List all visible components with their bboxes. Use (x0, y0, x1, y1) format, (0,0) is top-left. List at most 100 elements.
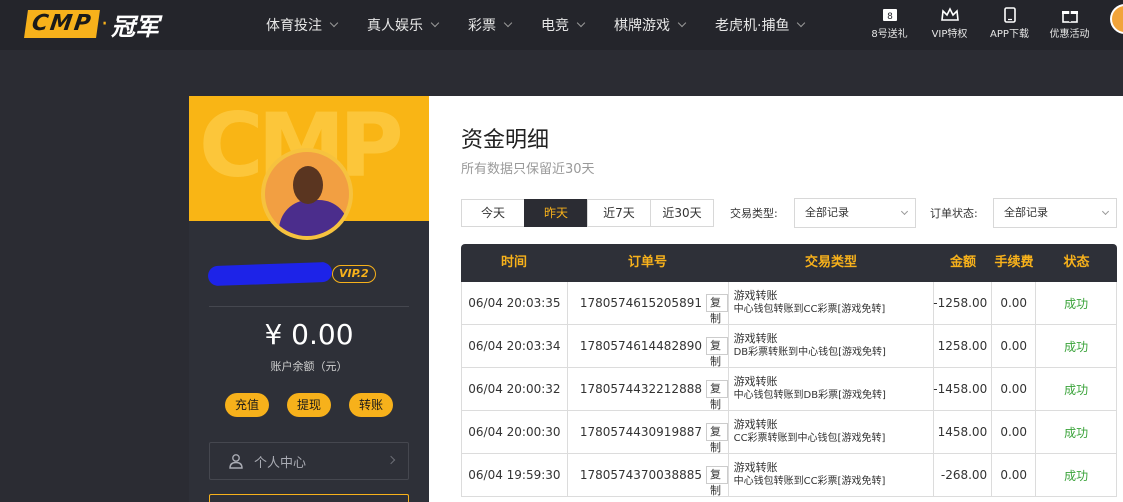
table-row: 06/04 20:00:32 1780574432212888 复制 游戏转账 中心… (461, 368, 1117, 411)
tab-yesterday[interactable]: 昨天 (524, 199, 588, 227)
transaction-type: 游戏转账 (733, 418, 778, 431)
transaction-desc: 中心钱包转账到CC彩票[游戏免转] (733, 476, 886, 487)
divider (209, 306, 409, 307)
personal-center-menu-item[interactable]: 个人中心 (209, 442, 409, 480)
active-menu-item[interactable] (209, 494, 409, 502)
chevron-down-icon (677, 18, 687, 28)
order-status-select[interactable]: 全部记录 (993, 198, 1117, 228)
chevron-down-icon (576, 18, 586, 28)
nav-item-card-games[interactable]: 棋牌游戏 (614, 15, 687, 35)
order-number: 1780574432212888 (579, 382, 702, 396)
transaction-type: 游戏转账 (733, 289, 778, 302)
cell-time: 06/04 20:03:35 (462, 282, 568, 324)
copy-button[interactable]: 复制 (705, 337, 728, 368)
phone-icon (1003, 7, 1016, 23)
cell-type: 游戏转账 DB彩票转账到中心钱包[游戏免转] (729, 325, 935, 367)
cell-time: 06/04 20:00:32 (462, 368, 568, 410)
deposit-button[interactable]: 充值 (224, 393, 269, 417)
logo-text: CMP (24, 10, 101, 38)
transactions-table: 时间 订单号 交易类型 金额 手续费 状态 06/04 20:03:35 178… (461, 244, 1118, 497)
avatar-head (293, 166, 323, 204)
app-download-button[interactable]: APP下载 (980, 5, 1039, 40)
svg-text:8: 8 (887, 12, 893, 22)
nav-item-live-casino[interactable]: 真人娱乐 (367, 15, 440, 35)
page-subtitle: 所有数据只保留近30天 (461, 162, 595, 177)
nav-label: 体育投注 (266, 18, 322, 34)
cell-status: 成功 (1036, 282, 1117, 324)
chevron-down-icon (797, 18, 806, 28)
cell-order: 1780574370038885 复制 (568, 454, 729, 497)
nav-label: 真人娱乐 (367, 18, 423, 34)
nav-label: 电竞 (541, 18, 569, 34)
cell-type: 游戏转账中心钱包转账到CC彩票[游戏免转] (729, 454, 935, 496)
user-icon (229, 454, 243, 469)
transaction-desc: 中心钱包转账到CC彩票[游戏免转] (733, 304, 886, 315)
profile-avatar[interactable] (261, 148, 353, 240)
table-row: 06/04 20:03:34 1780574614482890 复制 游戏转账 DB… (461, 325, 1118, 368)
cell-amount: -1458.00 (933, 368, 993, 410)
cell-amount: 1458.00 (934, 411, 993, 453)
chevron-down-icon (329, 18, 339, 28)
nav-item-slots-fishing[interactable]: 老虎机·捕鱼 (715, 15, 806, 35)
profile-panel: CMP VIP.2 ¥ 0.00 账户余额（元） 充值 提现 转账 个人中心 (189, 96, 429, 502)
chevron-down-icon (900, 207, 909, 216)
username-redacted (207, 261, 333, 287)
menu-label: 个人中心 (254, 455, 307, 471)
nav-item-esports[interactable]: 电竞 (541, 15, 586, 35)
brand-logo[interactable]: CMP · 冠军 (24, 9, 159, 41)
cell-time: 06/04 19:59:30 (462, 454, 568, 496)
copy-button[interactable]: 复制 (705, 294, 728, 325)
cell-fee: 0.00 (992, 282, 1037, 324)
top-action-label: APP下载 (990, 29, 1029, 40)
column-header-amount: 金额 (949, 255, 976, 270)
top-action-label: 优惠活动 (1049, 29, 1090, 40)
gift-8th-button[interactable]: 8 8号送礼 (860, 5, 919, 40)
copy-button[interactable]: 复制 (705, 466, 728, 497)
top-action-label: 8号送礼 (871, 29, 908, 40)
withdraw-button[interactable]: 提现 (286, 393, 331, 417)
user-avatar[interactable] (1110, 4, 1123, 34)
nav-item-lottery[interactable]: 彩票 (468, 15, 513, 35)
table-row: 06/04 19:59:30 1780574370038885 复制 游戏转账中心… (461, 454, 1118, 497)
vip-privilege-button[interactable]: VIP特权 (920, 5, 979, 40)
order-number: 1780574430919887 (579, 425, 702, 439)
order-number: 1780574370038885 (579, 468, 702, 482)
chevron-down-icon (503, 18, 513, 28)
main-nav: 体育投注 真人娱乐 彩票 电竞 棋牌游戏 老虎机·捕鱼 (266, 0, 834, 50)
transfer-button[interactable]: 转账 (349, 393, 394, 417)
tab-30days[interactable]: 近30天 (650, 199, 714, 227)
order-number: 1780574614482890 (579, 339, 702, 353)
tab-today[interactable]: 今天 (461, 199, 525, 227)
nav-item-sports[interactable]: 体育投注 (266, 15, 339, 35)
transaction-desc: CC彩票转账到中心钱包[游戏免转] (733, 433, 886, 444)
promotions-button[interactable]: 优惠活动 (1040, 5, 1099, 40)
chevron-right-icon (386, 455, 396, 465)
top-action-label: VIP特权 (931, 29, 968, 40)
main-content: 资金明细 所有数据只保留近30天 今天 昨天 近7天 近30天 交易类型: 全部… (429, 96, 1123, 502)
cell-order: 1780574614482890 复制 (568, 325, 729, 368)
select-value: 全部记录 (1004, 206, 1048, 219)
copy-button[interactable]: 复制 (705, 380, 728, 411)
nav-label: 老虎机·捕鱼 (715, 18, 790, 34)
transaction-type-select[interactable]: 全部记录 (794, 198, 916, 228)
cell-status: 成功 (1036, 411, 1118, 453)
cell-fee: 0.00 (992, 454, 1037, 496)
cell-order: 1780574430919887 复制 (568, 411, 729, 454)
vip-badge[interactable]: VIP.2 (332, 265, 376, 283)
avatar-shirt (279, 200, 349, 236)
cell-time: 06/04 20:00:30 (462, 411, 568, 453)
copy-button[interactable]: 复制 (705, 423, 728, 454)
cell-status: 成功 (1036, 368, 1117, 410)
cell-amount: -268.00 (934, 454, 993, 496)
cell-fee: 0.00 (992, 411, 1037, 453)
cell-type: 游戏转账 中心钱包转账到DB彩票[游戏免转] (729, 368, 935, 410)
tab-7days[interactable]: 近7天 (587, 199, 651, 227)
cell-type: 游戏转账中心钱包转账到CC彩票[游戏免转] (729, 282, 935, 324)
transaction-type: 游戏转账 (733, 461, 778, 474)
gift-icon (1061, 10, 1078, 23)
transaction-desc: 中心钱包转账到DB彩票[游戏免转] (733, 390, 886, 401)
cell-type: 游戏转账 CC彩票转账到中心钱包[游戏免转] (729, 411, 935, 453)
transaction-type: 游戏转账 (733, 332, 778, 345)
order-status-label: 订单状态: (930, 207, 978, 220)
select-value: 全部记录 (805, 206, 849, 219)
